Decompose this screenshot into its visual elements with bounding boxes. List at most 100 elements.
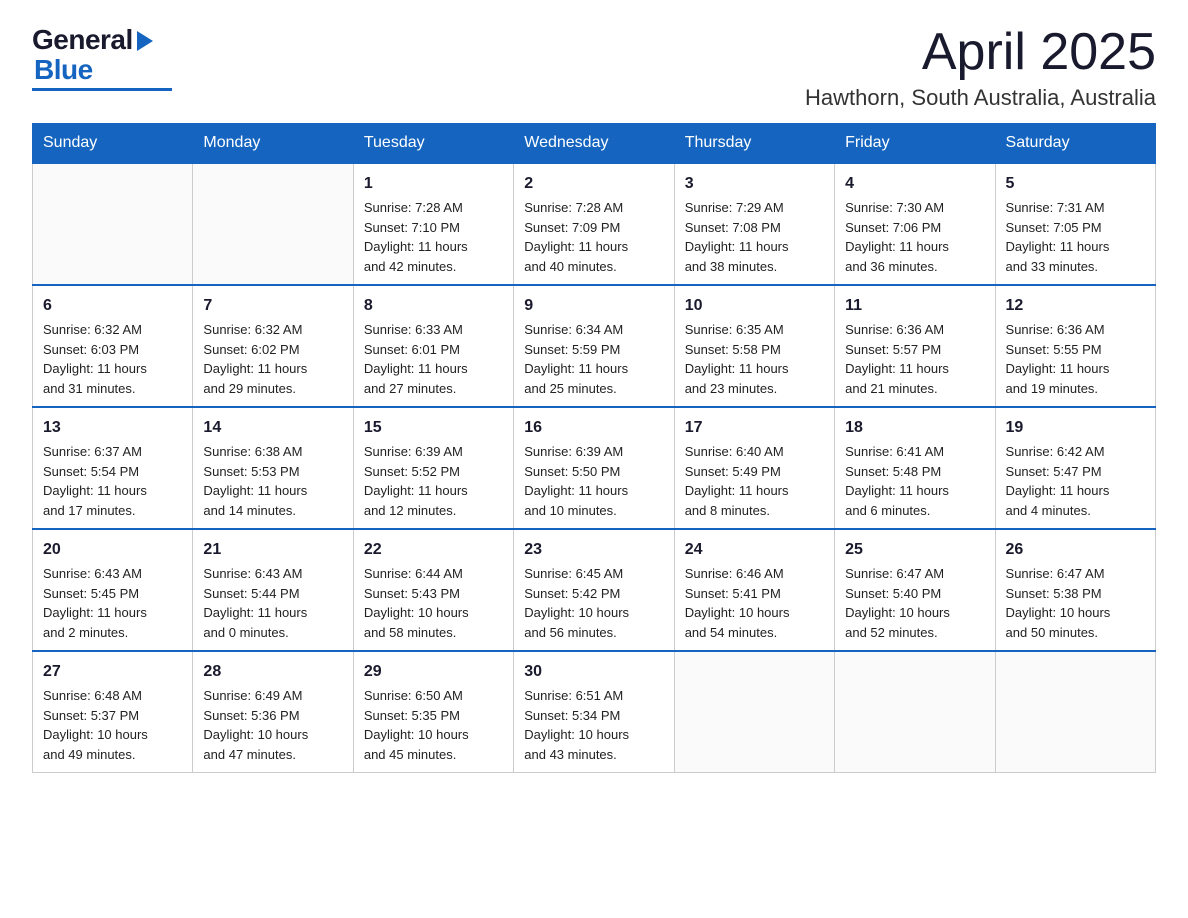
day-info: Sunrise: 6:45 AMSunset: 5:42 PMDaylight:… bbox=[524, 564, 663, 642]
location-text: Hawthorn, South Australia, Australia bbox=[805, 85, 1156, 111]
day-info: Sunrise: 6:35 AMSunset: 5:58 PMDaylight:… bbox=[685, 320, 824, 398]
table-row: 1Sunrise: 7:28 AMSunset: 7:10 PMDaylight… bbox=[353, 163, 513, 285]
day-info: Sunrise: 6:36 AMSunset: 5:55 PMDaylight:… bbox=[1006, 320, 1145, 398]
day-info: Sunrise: 6:49 AMSunset: 5:36 PMDaylight:… bbox=[203, 686, 342, 764]
table-row: 16Sunrise: 6:39 AMSunset: 5:50 PMDayligh… bbox=[514, 407, 674, 529]
day-info: Sunrise: 7:28 AMSunset: 7:09 PMDaylight:… bbox=[524, 198, 663, 276]
day-number: 21 bbox=[203, 538, 342, 562]
day-info: Sunrise: 6:44 AMSunset: 5:43 PMDaylight:… bbox=[364, 564, 503, 642]
calendar-week-row: 6Sunrise: 6:32 AMSunset: 6:03 PMDaylight… bbox=[33, 285, 1156, 407]
day-number: 11 bbox=[845, 294, 984, 318]
day-number: 14 bbox=[203, 416, 342, 440]
day-info: Sunrise: 6:32 AMSunset: 6:03 PMDaylight:… bbox=[43, 320, 182, 398]
table-row: 6Sunrise: 6:32 AMSunset: 6:03 PMDaylight… bbox=[33, 285, 193, 407]
day-number: 20 bbox=[43, 538, 182, 562]
day-info: Sunrise: 6:39 AMSunset: 5:52 PMDaylight:… bbox=[364, 442, 503, 520]
table-row: 20Sunrise: 6:43 AMSunset: 5:45 PMDayligh… bbox=[33, 529, 193, 651]
table-row: 7Sunrise: 6:32 AMSunset: 6:02 PMDaylight… bbox=[193, 285, 353, 407]
table-row bbox=[193, 163, 353, 285]
table-row: 3Sunrise: 7:29 AMSunset: 7:08 PMDaylight… bbox=[674, 163, 834, 285]
day-info: Sunrise: 6:48 AMSunset: 5:37 PMDaylight:… bbox=[43, 686, 182, 764]
col-wednesday: Wednesday bbox=[514, 124, 674, 164]
logo: General Blue bbox=[32, 24, 172, 91]
table-row: 28Sunrise: 6:49 AMSunset: 5:36 PMDayligh… bbox=[193, 651, 353, 773]
col-monday: Monday bbox=[193, 124, 353, 164]
calendar-header-row: Sunday Monday Tuesday Wednesday Thursday… bbox=[33, 124, 1156, 164]
table-row: 14Sunrise: 6:38 AMSunset: 5:53 PMDayligh… bbox=[193, 407, 353, 529]
table-row: 19Sunrise: 6:42 AMSunset: 5:47 PMDayligh… bbox=[995, 407, 1155, 529]
calendar-week-row: 1Sunrise: 7:28 AMSunset: 7:10 PMDaylight… bbox=[33, 163, 1156, 285]
day-number: 18 bbox=[845, 416, 984, 440]
table-row: 5Sunrise: 7:31 AMSunset: 7:05 PMDaylight… bbox=[995, 163, 1155, 285]
day-info: Sunrise: 6:43 AMSunset: 5:45 PMDaylight:… bbox=[43, 564, 182, 642]
day-number: 27 bbox=[43, 660, 182, 684]
table-row: 9Sunrise: 6:34 AMSunset: 5:59 PMDaylight… bbox=[514, 285, 674, 407]
day-number: 12 bbox=[1006, 294, 1145, 318]
day-number: 29 bbox=[364, 660, 503, 684]
day-number: 4 bbox=[845, 172, 984, 196]
day-info: Sunrise: 6:41 AMSunset: 5:48 PMDaylight:… bbox=[845, 442, 984, 520]
day-info: Sunrise: 7:28 AMSunset: 7:10 PMDaylight:… bbox=[364, 198, 503, 276]
table-row bbox=[995, 651, 1155, 773]
day-info: Sunrise: 6:51 AMSunset: 5:34 PMDaylight:… bbox=[524, 686, 663, 764]
table-row: 2Sunrise: 7:28 AMSunset: 7:09 PMDaylight… bbox=[514, 163, 674, 285]
day-info: Sunrise: 7:31 AMSunset: 7:05 PMDaylight:… bbox=[1006, 198, 1145, 276]
page-header: General Blue April 2025 Hawthorn, South … bbox=[32, 24, 1156, 111]
day-number: 19 bbox=[1006, 416, 1145, 440]
day-number: 8 bbox=[364, 294, 503, 318]
day-number: 1 bbox=[364, 172, 503, 196]
logo-arrow-icon bbox=[137, 31, 153, 51]
table-row: 24Sunrise: 6:46 AMSunset: 5:41 PMDayligh… bbox=[674, 529, 834, 651]
day-number: 10 bbox=[685, 294, 824, 318]
logo-underline bbox=[32, 88, 172, 91]
day-number: 5 bbox=[1006, 172, 1145, 196]
table-row: 8Sunrise: 6:33 AMSunset: 6:01 PMDaylight… bbox=[353, 285, 513, 407]
col-friday: Friday bbox=[835, 124, 995, 164]
col-thursday: Thursday bbox=[674, 124, 834, 164]
table-row: 22Sunrise: 6:44 AMSunset: 5:43 PMDayligh… bbox=[353, 529, 513, 651]
day-info: Sunrise: 6:50 AMSunset: 5:35 PMDaylight:… bbox=[364, 686, 503, 764]
table-row: 13Sunrise: 6:37 AMSunset: 5:54 PMDayligh… bbox=[33, 407, 193, 529]
day-info: Sunrise: 7:29 AMSunset: 7:08 PMDaylight:… bbox=[685, 198, 824, 276]
day-number: 6 bbox=[43, 294, 182, 318]
day-info: Sunrise: 7:30 AMSunset: 7:06 PMDaylight:… bbox=[845, 198, 984, 276]
day-number: 24 bbox=[685, 538, 824, 562]
day-info: Sunrise: 6:34 AMSunset: 5:59 PMDaylight:… bbox=[524, 320, 663, 398]
calendar-table: Sunday Monday Tuesday Wednesday Thursday… bbox=[32, 123, 1156, 773]
logo-general-text: General bbox=[32, 24, 133, 56]
table-row: 25Sunrise: 6:47 AMSunset: 5:40 PMDayligh… bbox=[835, 529, 995, 651]
table-row bbox=[33, 163, 193, 285]
day-info: Sunrise: 6:36 AMSunset: 5:57 PMDaylight:… bbox=[845, 320, 984, 398]
day-info: Sunrise: 6:33 AMSunset: 6:01 PMDaylight:… bbox=[364, 320, 503, 398]
day-number: 26 bbox=[1006, 538, 1145, 562]
logo-blue-text: Blue bbox=[34, 54, 93, 86]
day-number: 28 bbox=[203, 660, 342, 684]
day-info: Sunrise: 6:38 AMSunset: 5:53 PMDaylight:… bbox=[203, 442, 342, 520]
day-number: 17 bbox=[685, 416, 824, 440]
day-info: Sunrise: 6:37 AMSunset: 5:54 PMDaylight:… bbox=[43, 442, 182, 520]
table-row: 18Sunrise: 6:41 AMSunset: 5:48 PMDayligh… bbox=[835, 407, 995, 529]
day-info: Sunrise: 6:32 AMSunset: 6:02 PMDaylight:… bbox=[203, 320, 342, 398]
table-row: 27Sunrise: 6:48 AMSunset: 5:37 PMDayligh… bbox=[33, 651, 193, 773]
day-number: 25 bbox=[845, 538, 984, 562]
table-row: 26Sunrise: 6:47 AMSunset: 5:38 PMDayligh… bbox=[995, 529, 1155, 651]
day-info: Sunrise: 6:42 AMSunset: 5:47 PMDaylight:… bbox=[1006, 442, 1145, 520]
table-row: 4Sunrise: 7:30 AMSunset: 7:06 PMDaylight… bbox=[835, 163, 995, 285]
col-sunday: Sunday bbox=[33, 124, 193, 164]
day-info: Sunrise: 6:47 AMSunset: 5:40 PMDaylight:… bbox=[845, 564, 984, 642]
day-info: Sunrise: 6:39 AMSunset: 5:50 PMDaylight:… bbox=[524, 442, 663, 520]
day-number: 9 bbox=[524, 294, 663, 318]
day-info: Sunrise: 6:40 AMSunset: 5:49 PMDaylight:… bbox=[685, 442, 824, 520]
calendar-week-row: 20Sunrise: 6:43 AMSunset: 5:45 PMDayligh… bbox=[33, 529, 1156, 651]
table-row bbox=[674, 651, 834, 773]
table-row: 15Sunrise: 6:39 AMSunset: 5:52 PMDayligh… bbox=[353, 407, 513, 529]
table-row: 30Sunrise: 6:51 AMSunset: 5:34 PMDayligh… bbox=[514, 651, 674, 773]
day-number: 2 bbox=[524, 172, 663, 196]
day-number: 13 bbox=[43, 416, 182, 440]
day-info: Sunrise: 6:47 AMSunset: 5:38 PMDaylight:… bbox=[1006, 564, 1145, 642]
table-row: 11Sunrise: 6:36 AMSunset: 5:57 PMDayligh… bbox=[835, 285, 995, 407]
day-number: 16 bbox=[524, 416, 663, 440]
day-number: 23 bbox=[524, 538, 663, 562]
col-saturday: Saturday bbox=[995, 124, 1155, 164]
day-number: 22 bbox=[364, 538, 503, 562]
